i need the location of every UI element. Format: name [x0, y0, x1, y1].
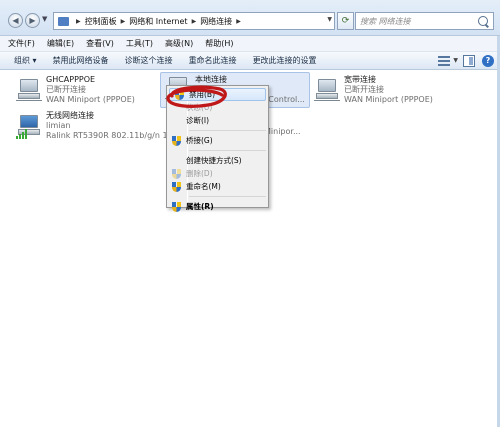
- connection-status: limian: [46, 121, 71, 130]
- shield-icon: [172, 201, 181, 212]
- view-options-icon[interactable]: [438, 56, 450, 66]
- menu-help[interactable]: 帮助(H): [205, 38, 233, 49]
- refresh-button[interactable]: ⟳: [337, 12, 354, 30]
- disable-device-button[interactable]: 禁用此网络设备: [53, 55, 109, 66]
- menu-item-delete: 删除(D): [167, 167, 268, 180]
- signal-bars-icon: [16, 129, 27, 139]
- connection-name: 宽带连接: [344, 75, 376, 84]
- menu-item-create-shortcut[interactable]: 创建快捷方式(S): [167, 154, 268, 167]
- breadcrumb-network-connections[interactable]: 网络连接: [200, 16, 232, 27]
- annotation-circle: [166, 85, 227, 108]
- network-computer-icon: [16, 79, 42, 103]
- menu-item-bridge[interactable]: 桥接(G): [167, 134, 268, 147]
- search-placeholder: 搜索 网络连接: [360, 16, 411, 26]
- shield-icon: [172, 181, 181, 192]
- menu-item-properties[interactable]: 属性(R): [167, 200, 268, 213]
- connection-device: Ralink RT5390R 802.11b/g/n 1...: [46, 131, 176, 140]
- connection-item[interactable]: GHCAPPPOE 已断开连接 WAN Miniport (PPPOE): [16, 75, 156, 107]
- menu-item-label: 删除(D): [186, 169, 213, 178]
- menu-item-diagnose[interactable]: 诊断(I): [167, 114, 268, 127]
- menu-item-label: 桥接(G): [186, 136, 213, 145]
- connection-device: WAN Miniport (PPPOE): [46, 95, 135, 104]
- forward-button[interactable]: ▶: [25, 13, 40, 28]
- chevron-right-icon: ▶: [76, 17, 81, 25]
- menu-bar: 文件(F) 编辑(E) 查看(V) 工具(T) 高级(N) 帮助(H): [0, 36, 500, 52]
- search-icon[interactable]: [478, 16, 488, 26]
- chevron-right-icon: ▶: [236, 17, 241, 25]
- connection-status: 已断开连接: [46, 85, 86, 94]
- search-input[interactable]: 搜索 网络连接: [355, 12, 494, 30]
- diagnose-button[interactable]: 诊断这个连接: [125, 55, 173, 66]
- help-icon[interactable]: ?: [482, 55, 494, 67]
- folder-icon: [58, 16, 69, 26]
- connection-device: WAN Miniport (PPPOE): [344, 95, 433, 104]
- menu-item-rename[interactable]: 重命名(M): [167, 180, 268, 193]
- address-bar-row: ◀ ▶ ▼ ▶ 控制面板 ▶ 网络和 Internet ▶ 网络连接 ▶ ▼ ⟳…: [0, 0, 500, 36]
- connection-status: 已断开连接: [344, 85, 384, 94]
- breadcrumb-network-internet[interactable]: 网络和 Internet: [129, 16, 187, 27]
- menu-tools[interactable]: 工具(T): [126, 38, 153, 49]
- change-settings-button[interactable]: 更改此连接的设置: [253, 55, 317, 66]
- network-computer-icon: [314, 79, 340, 103]
- rename-button[interactable]: 重命名此连接: [189, 55, 237, 66]
- recent-pages-dropdown[interactable]: ▼: [42, 15, 47, 23]
- menu-item-label: 重命名(M): [186, 182, 221, 191]
- menu-advanced[interactable]: 高级(N): [165, 38, 193, 49]
- menu-item-label: 诊断(I): [186, 116, 210, 125]
- shield-icon: [172, 168, 181, 179]
- chevron-right-icon: ▶: [120, 17, 126, 25]
- partial-device-text: Minipor...: [264, 127, 301, 136]
- breadcrumb-control-panel[interactable]: 控制面板: [85, 16, 117, 27]
- menu-item-label: 创建快捷方式(S): [186, 156, 242, 165]
- menu-view[interactable]: 查看(V): [86, 38, 114, 49]
- wireless-computer-icon: [16, 115, 42, 139]
- menu-file[interactable]: 文件(F): [8, 38, 35, 49]
- menu-separator: [189, 196, 266, 197]
- preview-pane-icon[interactable]: [463, 55, 475, 67]
- menu-separator: [189, 130, 266, 131]
- command-bar: 组织 ▾ 禁用此网络设备 诊断这个连接 重命名此连接 更改此连接的设置 ▼ ?: [0, 52, 500, 70]
- connection-item[interactable]: 宽带连接 已断开连接 WAN Miniport (PPPOE): [314, 75, 464, 107]
- organize-button[interactable]: 组织 ▾: [14, 55, 37, 66]
- menu-edit[interactable]: 编辑(E): [47, 38, 74, 49]
- address-dropdown-icon[interactable]: ▼: [327, 16, 332, 23]
- connection-item[interactable]: 无线网络连接 limian Ralink RT5390R 802.11b/g/n…: [16, 111, 176, 143]
- address-box[interactable]: ▶ 控制面板 ▶ 网络和 Internet ▶ 网络连接 ▶ ▼: [53, 12, 335, 30]
- back-button[interactable]: ◀: [8, 13, 23, 28]
- connection-name: 无线网络连接: [46, 111, 94, 120]
- shield-icon: [172, 135, 181, 146]
- chevron-right-icon: ▶: [191, 17, 197, 25]
- menu-item-label: 属性(R): [186, 202, 214, 211]
- menu-separator: [189, 150, 266, 151]
- view-dropdown-icon[interactable]: ▼: [453, 57, 458, 64]
- connection-name: GHCAPPPOE: [46, 75, 96, 84]
